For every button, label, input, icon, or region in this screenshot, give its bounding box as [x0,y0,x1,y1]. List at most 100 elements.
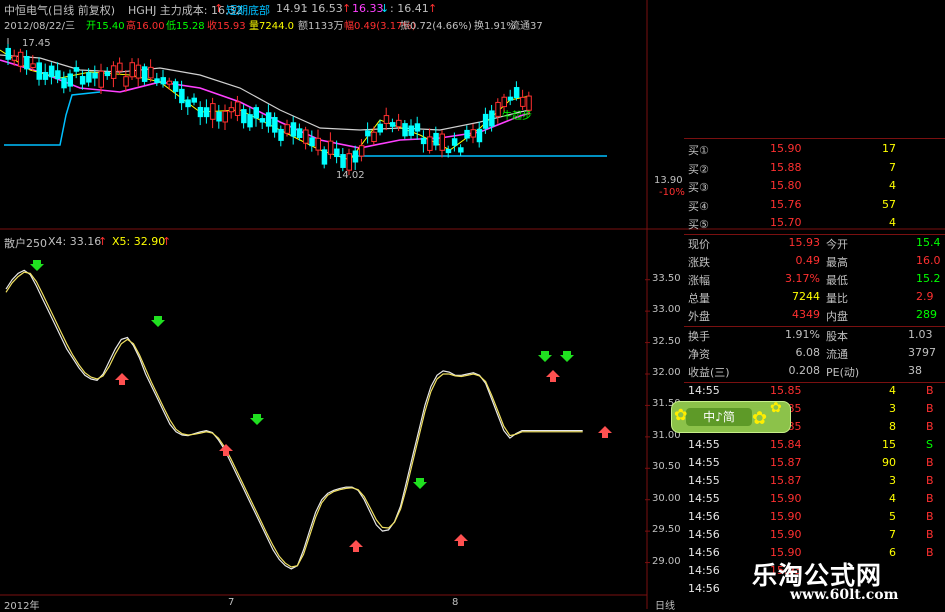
stat-label-2: 量比 [826,292,848,305]
down-arrow-icon [413,478,427,489]
tick-volume: 5 [889,510,896,523]
up-arrow-icon [219,444,233,456]
tick-direction: B [926,402,934,415]
bid-row: 买③ 15.80 4 [688,179,945,195]
tick-time: 14:55 [688,492,720,505]
bid-price: 15.70 [770,216,802,229]
tick-volume: 8 [889,420,896,433]
bid-label: 买③ [688,181,709,194]
bid-row: 买④ 15.76 57 [688,198,945,214]
bid-volume: 17 [882,142,896,155]
star-icon-3: ✿ [770,400,782,416]
info-label-2: 股本 [826,330,848,343]
decoration-badge[interactable]: 中♪简 ✿ ✿ ✿ [671,400,791,433]
star-icon-2: ✿ [752,408,768,429]
info-label: 净资 [688,348,710,361]
tick-direction: B [926,546,934,559]
info-label: 收益(三) [688,366,730,379]
down-arrow-icon [30,260,44,271]
bid-price: 15.80 [770,179,802,192]
bid-price: 15.76 [770,197,802,211]
osc-y-tick: 29.50 [652,524,681,536]
info-row: 净资 6.08 流通 3797 [688,346,945,362]
tick-price: 15.87 [770,474,802,487]
up-arrow-icon [349,540,363,552]
osc-y-tick: 33.50 [652,272,681,284]
up-arrow-icon [598,426,612,438]
tick-price: 15.87 [770,456,802,469]
info-value: 6.08 [795,346,821,359]
tick-row: 14:55 15.85 4 B [688,384,945,400]
bid-row: 买② 15.88 7 [688,161,945,177]
tick-time: 14:56 [688,528,720,541]
bid-price: 15.88 [770,160,802,174]
bid-row: 买⑤ 15.70 4 [688,216,945,232]
quote-sep-3 [684,382,945,383]
stat-label: 总量 [688,292,710,305]
quote-sep-1 [684,234,945,235]
tick-volume: 4 [889,384,896,397]
bid-volume: 57 [882,197,896,211]
info-label-2: PE(动) [826,366,860,379]
osc-y-tick: 32.50 [652,335,681,347]
stat-value: 15.93 [788,236,821,249]
osc-y-tick: 29.00 [652,555,681,567]
info-value: 1.91% [785,328,820,341]
series-x4-line [5,269,583,570]
stat-label-2: 最高 [826,256,848,269]
info-value-2: 3797 [908,346,936,359]
down-arrow-icon [538,351,552,362]
tick-row: 14:55 15.90 4 B [688,492,945,508]
tick-time: 14:56 [688,546,720,559]
tick-direction: B [926,510,934,523]
stat-label: 外盘 [688,310,710,323]
bid-label: 买⑤ [688,218,709,231]
tick-time: 14:56 [688,564,720,577]
badge-label: 中♪简 [686,408,752,426]
info-row: 收益(三) 0.208 PE(动) 38 [688,364,945,380]
stat-label: 涨幅 [688,274,710,287]
info-value: 0.208 [788,364,821,377]
tick-price: 15.84 [770,438,802,451]
tick-volume: 15 [882,438,896,451]
tick-volume: 3 [889,402,896,415]
tick-price: 15.90 [770,510,802,523]
bid-row: 买① 15.90 17 [688,142,945,158]
tick-volume: 90 [882,456,896,469]
tick-price: 15.85 [770,384,802,397]
axis-month-2: 8 [452,597,459,608]
stat-row: 外盘 4349 内盘 289 [688,308,945,324]
osc-y-tick: 33.00 [652,304,681,316]
up-arrow-icon [454,534,468,546]
tick-time: 14:56 [688,510,720,523]
stat-label-2: 最低 [826,274,848,287]
osc-y-tick: 30.00 [652,492,681,504]
info-label: 换手 [688,330,710,343]
tick-volume: 3 [889,474,896,487]
bid-label: 买② [688,162,709,176]
stat-value-2: 15.2 [916,272,941,285]
osc-y-tick: 32.00 [652,367,681,378]
quote-top-border [684,138,945,139]
tick-direction: S [926,438,933,451]
tick-direction: B [926,384,934,397]
tick-row: 14:56 15.90 5 B [688,510,945,526]
info-label-2: 流通 [826,348,848,361]
info-value-2: 38 [908,364,922,377]
tick-time: 14:55 [688,474,720,487]
stat-value-2: 289 [916,308,937,321]
tick-row: 14:55 15.84 15 S [688,438,945,454]
tick-direction: B [926,528,934,541]
stat-label: 现价 [688,238,710,251]
info-value-2: 1.03 [908,328,933,341]
stat-row: 现价 15.93 今开 15.4 [688,236,945,252]
series-x5-line [5,271,583,568]
bid-volume: 7 [889,160,896,174]
tick-direction: B [926,456,934,469]
axis-year: 2012年 [4,601,40,612]
up-arrow-icon [115,373,129,385]
stat-label-2: 内盘 [826,310,848,323]
tick-time: 14:56 [688,582,720,595]
up-arrow-icon [546,370,560,382]
stat-row: 涨幅 3.17% 最低 15.2 [688,272,945,288]
